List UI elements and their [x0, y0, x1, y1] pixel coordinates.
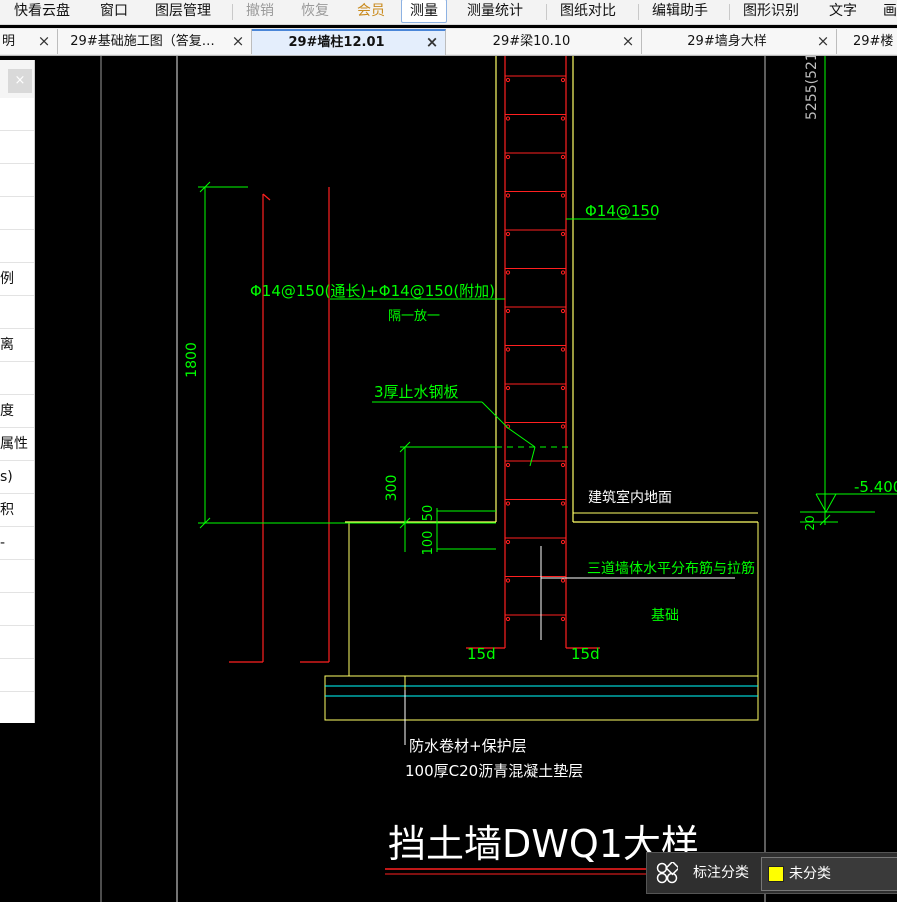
- annotation-category-bar: 标注分类 未分类: [646, 852, 897, 894]
- elevation-text: -5.400: [854, 478, 897, 496]
- rebar-dot: [505, 154, 511, 160]
- menu-drawing-compare[interactable]: 图纸对比: [560, 0, 616, 22]
- dim-300-text: 300: [384, 475, 400, 502]
- rebar-dot: [505, 501, 511, 506]
- elevation-triangle: [815, 493, 837, 514]
- rebar-dot: [560, 308, 566, 314]
- menu-undo[interactable]: 撤销: [246, 0, 274, 22]
- menu-measure[interactable]: 测量: [401, 0, 447, 23]
- cad-drawing-canvas[interactable]: 1800 300 50 100 5255(521 Φ14@150 Φ14@150…: [0, 56, 897, 902]
- rebar-dot: [560, 231, 566, 237]
- menu-measure-stats[interactable]: 测量统计: [467, 0, 523, 22]
- rebar-dot: [560, 616, 566, 622]
- tab-floor-partial[interactable]: 29#楼: [837, 29, 897, 54]
- rebar-dot: [505, 77, 511, 83]
- rebar-dot: [505, 116, 511, 121]
- document-tab-bar: 明 × 29#基础施工图（答复… × 29#墙柱12.01 × 29#梁10.1…: [0, 28, 897, 56]
- anchor-left-text: 15d: [467, 645, 496, 663]
- tab-label: 29#梁10.10: [492, 34, 571, 49]
- rebar-dot: [505, 270, 511, 275]
- steel-plate-leader: [507, 427, 536, 448]
- rebar-dot: [505, 462, 511, 468]
- rebar-dot: [560, 385, 566, 391]
- tab-partial-left[interactable]: 明 ×: [0, 29, 58, 54]
- annotation-category-value: 未分类: [789, 866, 831, 882]
- rebar-dot: [505, 231, 511, 237]
- close-icon[interactable]: ×: [621, 29, 635, 54]
- tab-label: 29#墙柱12.01: [288, 35, 385, 50]
- rebar-dot: [560, 462, 566, 468]
- dim-50-text: 50: [421, 505, 436, 522]
- anchor-right-text: 15d: [571, 645, 600, 663]
- rebar-dot: [560, 578, 566, 583]
- menu-edit-assistant[interactable]: 编辑助手: [652, 0, 708, 22]
- menu-layer-manager[interactable]: 图层管理: [155, 0, 211, 22]
- close-icon[interactable]: ×: [425, 31, 439, 54]
- menu-window[interactable]: 窗口: [100, 0, 128, 22]
- waterproof-text: 防水卷材+保护层: [409, 737, 527, 755]
- tab-label: 29#基础施工图（答复…: [70, 34, 215, 49]
- rebar-dot: [560, 77, 566, 83]
- rebar-dot: [505, 578, 511, 583]
- rebar-dot: [505, 193, 511, 198]
- close-icon[interactable]: ×: [37, 29, 51, 54]
- menu-separator: [546, 4, 547, 20]
- menu-redo[interactable]: 恢复: [301, 0, 329, 22]
- menu-cloud-disk[interactable]: 快看云盘: [14, 0, 70, 22]
- menu-bar: 快看云盘 窗口 图层管理 撤销 恢复 会员 测量 测量统计 图纸对比 编辑助手 …: [0, 0, 897, 25]
- menu-shape-recognition[interactable]: 图形识别: [743, 0, 799, 22]
- rebar-dot: [560, 154, 566, 160]
- rebar-dot: [560, 347, 566, 352]
- rebar-dot: [560, 501, 566, 506]
- steel-plate-leader: [529, 446, 536, 467]
- floor-label-text: 建筑室内地面: [588, 489, 672, 506]
- cushion-layer: [324, 675, 759, 721]
- tab-wall-column[interactable]: 29#墙柱12.01 ×: [252, 29, 446, 55]
- rebar-dot: [560, 539, 566, 545]
- menu-text[interactable]: 文字: [829, 0, 857, 22]
- close-icon[interactable]: ×: [816, 29, 830, 54]
- tab-label: 明: [1, 34, 15, 49]
- foundation-text: 基础: [651, 607, 679, 624]
- tab-foundation-drawing[interactable]: 29#基础施工图（答复… ×: [58, 29, 252, 54]
- rebar-dot: [560, 424, 566, 429]
- horizontal-rebar-group: [505, 75, 566, 622]
- steel-plate-text: 3厚止水钢板: [374, 383, 459, 401]
- rebar-dot: [560, 116, 566, 121]
- category-color-swatch: [768, 866, 784, 882]
- rebar-dot: [505, 539, 511, 545]
- dim-20-text: 20: [803, 515, 817, 530]
- rebar-dot: [560, 193, 566, 198]
- dim-1800-text: 1800: [184, 342, 200, 378]
- annotation-category-select[interactable]: 未分类: [761, 857, 897, 891]
- dim-100-text: 100: [421, 531, 436, 556]
- menu-separator: [638, 4, 639, 20]
- tab-label: 29#墙身大样: [687, 34, 767, 49]
- rebar-dot: [505, 347, 511, 352]
- rebar-dot: [505, 308, 511, 314]
- annotation-category-label: 标注分类: [693, 865, 749, 881]
- rebar-dot: [505, 385, 511, 391]
- menu-member[interactable]: 会员: [357, 0, 385, 22]
- rebar-dot: [560, 270, 566, 275]
- menu-separator: [232, 4, 233, 20]
- menu-draw[interactable]: 画: [883, 0, 897, 22]
- tab-wall-detail[interactable]: 29#墙身大样 ×: [642, 29, 837, 54]
- leader-line: [481, 401, 509, 429]
- wall-rebar-note-text: 三道墙体水平分布筋与拉筋: [587, 560, 755, 577]
- menu-separator: [729, 4, 730, 20]
- dim-top-right-text: 5255(521: [804, 56, 820, 120]
- rebar-left-sub-text: 隔一放一: [388, 309, 440, 324]
- rebar-right-text: Φ14@150: [585, 202, 660, 220]
- close-icon[interactable]: ×: [231, 29, 245, 54]
- annotation-category-icon[interactable]: [656, 862, 678, 884]
- tab-label: 29#楼: [853, 34, 894, 49]
- rebar-dot: [505, 616, 511, 622]
- cushion-text: 100厚C20沥青混凝土垫层: [405, 762, 583, 780]
- rebar-left-text: Φ14@150(通长)+Φ14@150(附加): [250, 282, 495, 300]
- tab-beam[interactable]: 29#梁10.10 ×: [446, 29, 642, 54]
- rebar-hook: [262, 193, 271, 201]
